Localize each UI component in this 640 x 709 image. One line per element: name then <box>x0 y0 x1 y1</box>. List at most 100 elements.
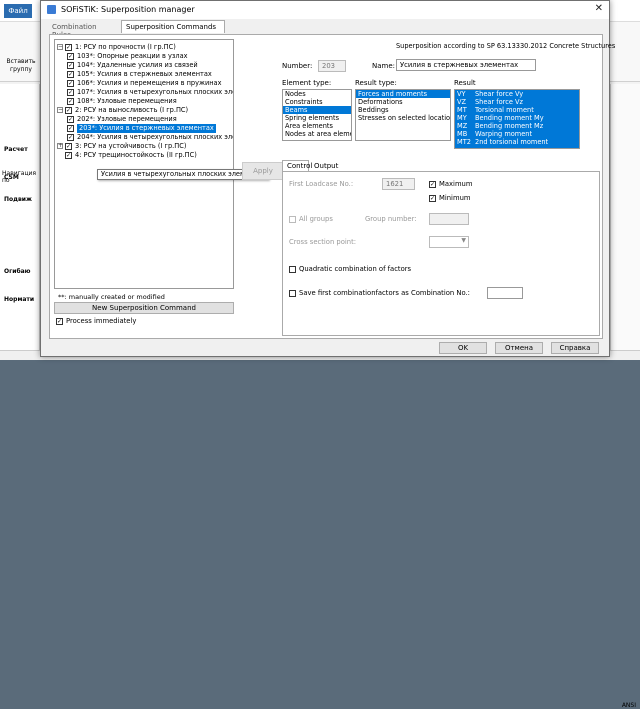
checkbox-checked-icon[interactable]: ✓ <box>429 195 436 202</box>
list-item[interactable]: Deformations <box>356 98 450 106</box>
checkbox-checked-icon[interactable]: ✓ <box>67 98 74 105</box>
checkbox-empty-icon[interactable] <box>289 290 296 297</box>
list-item-selected[interactable]: MY Bending moment My <box>455 114 579 122</box>
nav-label[interactable]: Огибаю <box>4 268 31 275</box>
file-tab[interactable]: Файл <box>4 4 32 18</box>
tree-node[interactable]: − ✓ 2: РСУ на выносливость (I гр.ПС) <box>57 106 233 115</box>
right-panel <box>610 84 640 350</box>
apply-button[interactable]: Apply <box>242 162 284 180</box>
result-type-list[interactable]: Forces and moments Deformations Beddings… <box>355 89 451 141</box>
group-number-field[interactable] <box>429 213 469 225</box>
tab-superposition-commands[interactable]: Superposition Commands <box>121 20 225 33</box>
tree-node-label: 103*: Опорные реакции в узлах <box>77 52 188 60</box>
cancel-button[interactable]: Отмена <box>495 342 543 354</box>
list-item[interactable]: Nodes at area element <box>283 130 351 138</box>
list-item-selected[interactable]: Forces and moments <box>356 90 450 98</box>
help-button[interactable]: Справка <box>551 342 599 354</box>
maximum-label: Maximum <box>439 180 473 188</box>
dialog-title: SOFiSTiK: Superposition manager <box>61 5 195 14</box>
tree-node[interactable]: ✓ 108*: Узловые перемещения <box>67 97 233 106</box>
tree-node[interactable]: ✓ 4: РСУ трещиностойкость (II гр.ПС) <box>57 151 233 160</box>
list-item[interactable]: Nodes <box>283 90 351 98</box>
list-item[interactable]: Constraints <box>283 98 351 106</box>
checkbox-checked-icon[interactable]: ✓ <box>67 80 74 87</box>
nav-label[interactable]: Подвиж <box>4 196 32 203</box>
superposition-tree[interactable]: − ✓ 1: РСУ по прочности (I гр.ПС) ✓ 103*… <box>54 39 234 289</box>
process-immediately-label: Process immediately <box>66 317 137 325</box>
checkbox-checked-icon[interactable]: ✓ <box>65 152 72 159</box>
checkbox-checked-icon[interactable]: ✓ <box>67 71 74 78</box>
checkbox-checked-icon[interactable]: ✓ <box>67 53 74 60</box>
nav-label[interactable]: CSM <box>4 174 19 181</box>
checkbox-checked-icon[interactable]: ✓ <box>67 62 74 69</box>
checkbox-checked-icon[interactable]: ✓ <box>67 125 74 132</box>
tree-node-label: 204*: Усилия в четырехугольных плоских э… <box>77 133 233 141</box>
tree-node-selected[interactable]: ✓ 203*: Усилия в стержневых элементах <box>67 124 233 133</box>
tree-node[interactable]: ✓ 104*: Удаленные усилия из связей <box>67 61 233 70</box>
collapse-icon[interactable]: − <box>57 44 63 50</box>
list-item-selected[interactable]: MB Warping moment <box>455 130 579 138</box>
ok-button[interactable]: OK <box>439 342 487 354</box>
tree-node[interactable]: ✓ 106*: Усилия и перемещения в пружинах <box>67 79 233 88</box>
insert-group-button[interactable]: Вставить группу <box>6 58 36 74</box>
tree-node[interactable]: ✓ 204*: Усилия в четырехугольных плоских… <box>67 133 233 142</box>
checkbox-checked-icon[interactable]: ✓ <box>65 44 72 51</box>
list-item-selected[interactable]: VY Shear force Vy <box>455 90 579 98</box>
list-item-selected[interactable]: Beams <box>283 106 351 114</box>
sofistik-logo-icon <box>47 5 56 14</box>
first-loadcase-field[interactable]: 1621 <box>382 178 415 190</box>
superposition-standard-label: Superposition according to SP 63.13330.2… <box>396 42 616 50</box>
tree-node[interactable]: ✓ 105*: Усилия в стержневых элементах <box>67 70 233 79</box>
checkbox-checked-icon[interactable]: ✓ <box>65 143 72 150</box>
checkbox-checked-icon[interactable]: ✓ <box>67 134 74 141</box>
combination-number-field[interactable] <box>487 287 523 299</box>
new-superposition-command-button[interactable]: New Superposition Command <box>54 302 234 314</box>
list-item-selected[interactable]: MT2 2nd torsional moment <box>455 138 579 146</box>
result-label: Result <box>454 79 476 87</box>
tree-node[interactable]: ✓ 103*: Опорные реакции в узлах <box>67 52 233 61</box>
status-ansi: ANSI <box>621 702 636 709</box>
save-first-combination-label: Save first combinationfactors as Combina… <box>299 289 470 297</box>
tree-node-label: 202*: Узловые перемещения <box>77 115 177 123</box>
tree-node-label: 2: РСУ на выносливость (I гр.ПС) <box>75 106 189 114</box>
result-list[interactable]: VY Shear force Vy VZ Shear force Vz MT Tors… <box>454 89 580 149</box>
element-type-label: Element type: <box>282 79 332 87</box>
checkbox-checked-icon[interactable]: ✓ <box>67 89 74 96</box>
number-field[interactable]: 203 <box>318 60 346 72</box>
result-type-label: Result type: <box>355 79 397 87</box>
tree-node[interactable]: + ✓ 3: РСУ на устойчивость (I гр.ПС) <box>57 142 233 151</box>
first-loadcase-label: First Loadcase No.: <box>289 180 354 188</box>
list-item-selected[interactable]: VZ Shear force Vz <box>455 98 579 106</box>
list-item-selected[interactable]: MZ Bending moment Mz <box>455 122 579 130</box>
minimum-label: Minimum <box>439 194 471 202</box>
list-item[interactable]: Stresses on selected locations <box>356 114 450 122</box>
element-type-list[interactable]: Nodes Constraints Beams Spring elements … <box>282 89 352 141</box>
tree-node-label: 108*: Узловые перемещения <box>77 97 177 105</box>
checkbox-checked-icon[interactable]: ✓ <box>65 107 72 114</box>
collapse-icon[interactable]: − <box>57 107 63 113</box>
checkbox-checked-icon[interactable]: ✓ <box>56 318 63 325</box>
tree-node[interactable]: ✓ 107*: Усилия в четырехугольных плоских… <box>67 88 233 97</box>
tab-combination-rules[interactable]: Combination Rules <box>47 20 121 39</box>
tree-node[interactable]: ✓ 202*: Узловые перемещения <box>67 115 233 124</box>
checkbox-checked-icon[interactable]: ✓ <box>67 116 74 123</box>
navigation-panel: Навигация по Расчет CSM Подвиж Огибаю Но… <box>0 84 40 350</box>
list-item-selected[interactable]: MT Torsional moment <box>455 106 579 114</box>
name-field[interactable]: Усилия в стержневых элементах <box>396 59 536 71</box>
close-icon[interactable]: ✕ <box>595 3 603 14</box>
cross-section-point-label: Cross section point: <box>289 238 357 246</box>
expand-icon[interactable]: + <box>57 143 63 149</box>
cross-section-point-dropdown[interactable]: ▼ <box>429 236 469 248</box>
checkbox-checked-icon[interactable]: ✓ <box>429 181 436 188</box>
list-item[interactable]: Area elements <box>283 122 351 130</box>
dialog-titlebar: SOFiSTiK: Superposition manager ✕ <box>41 1 609 19</box>
quadratic-combination-label: Quadratic combination of factors <box>299 265 412 273</box>
list-item[interactable]: Spring elements <box>283 114 351 122</box>
checkbox-empty-icon[interactable] <box>289 216 296 223</box>
superposition-manager-dialog: SOFiSTiK: Superposition manager ✕ Combin… <box>40 0 615 357</box>
nav-label[interactable]: Расчет <box>4 146 28 153</box>
tree-node[interactable]: − ✓ 1: РСУ по прочности (I гр.ПС) <box>57 43 233 52</box>
checkbox-empty-icon[interactable] <box>289 266 296 273</box>
nav-label[interactable]: Нормати <box>4 296 34 303</box>
list-item[interactable]: Beddings <box>356 106 450 114</box>
